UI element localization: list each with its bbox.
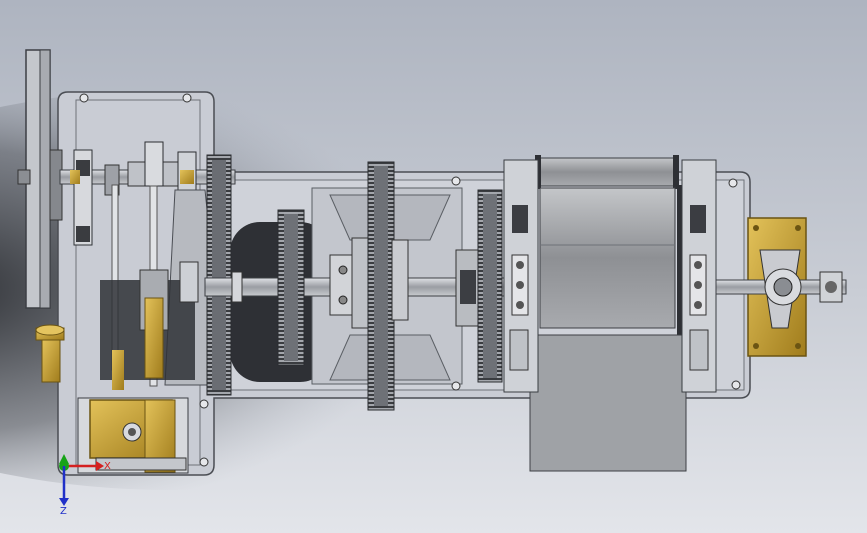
reference-triad[interactable]: X Z xyxy=(50,452,120,522)
x-axis-arrowhead xyxy=(96,461,104,471)
y-axis-arrowhead xyxy=(59,454,69,464)
z-axis-label: Z xyxy=(60,506,67,517)
cad-viewport[interactable]: X Z xyxy=(0,0,867,533)
z-axis-arrowhead xyxy=(59,498,69,506)
x-axis-label: X xyxy=(104,461,111,472)
engine-spur-gear xyxy=(206,154,232,396)
assembly-model-view[interactable] xyxy=(0,0,867,533)
pinion-gear xyxy=(277,209,305,366)
drum-assembly xyxy=(503,155,717,472)
